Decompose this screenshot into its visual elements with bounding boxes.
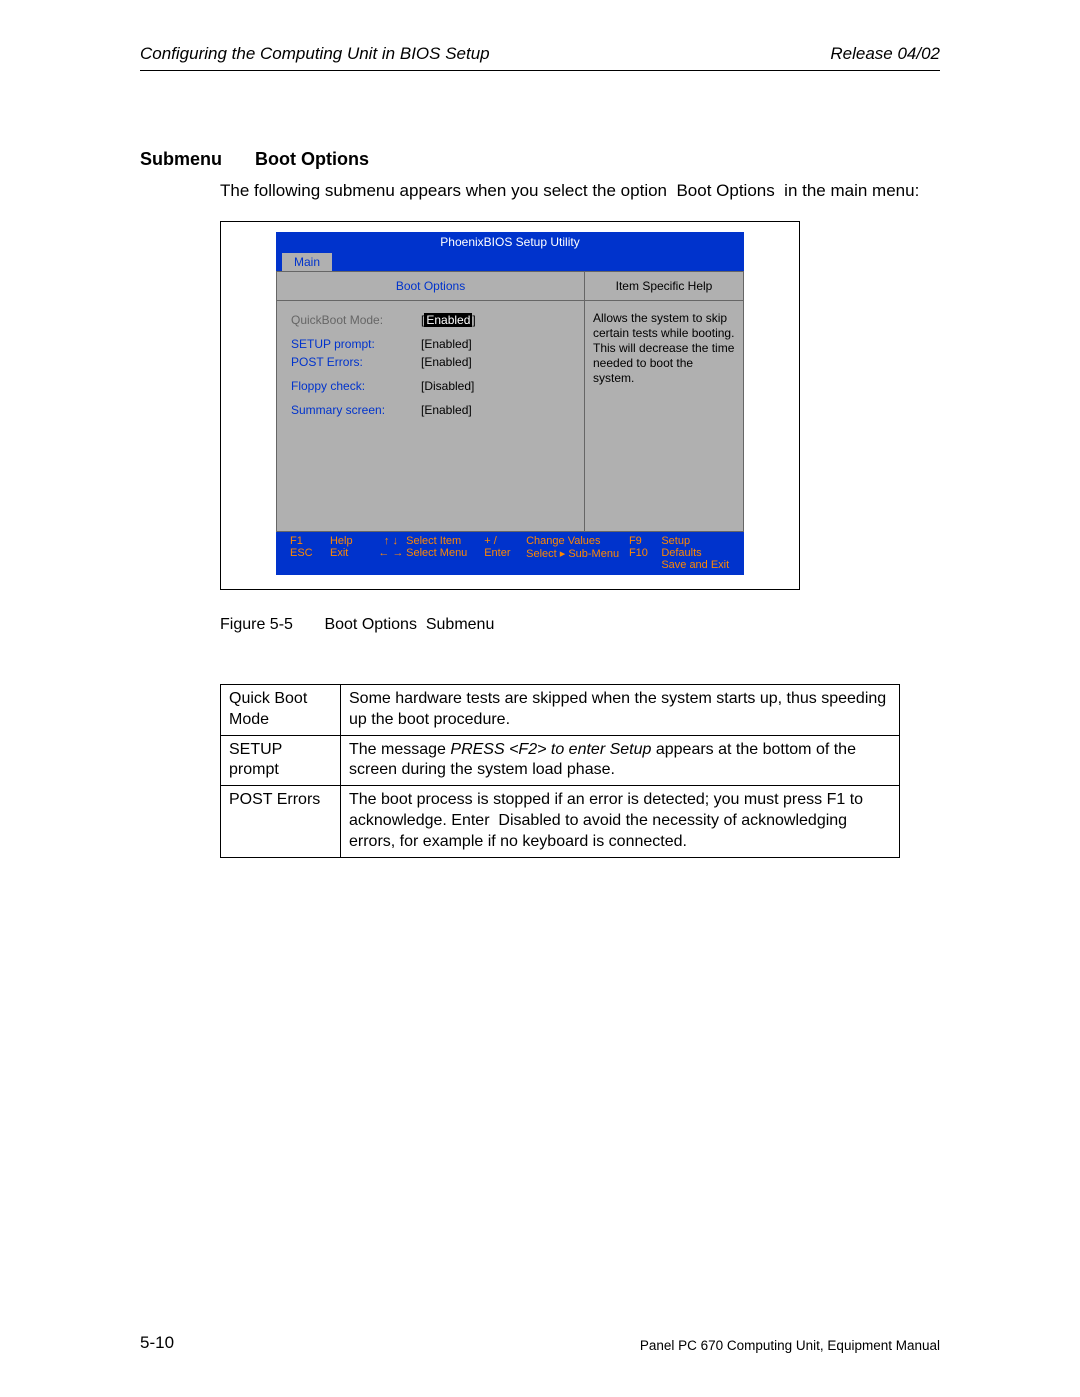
bios-option-value: [Enabled]: [421, 355, 472, 369]
figure-caption: Figure 5-5 Boot Options Submenu: [220, 616, 940, 634]
bios-left-header: Boot Options: [277, 272, 584, 301]
bios-options-list: QuickBoot Mode:[Enabled]SETUP prompt:[En…: [277, 301, 584, 531]
bios-option-row[interactable]: POST Errors:[Enabled]: [291, 355, 570, 369]
header-left: Configuring the Computing Unit in BIOS S…: [140, 44, 490, 64]
intro-text: The following submenu appears when you s…: [220, 180, 940, 203]
bios-option-row[interactable]: QuickBoot Mode:[Enabled]: [291, 313, 570, 327]
header-right: Release 04/02: [830, 44, 940, 64]
description-table: Quick Boot ModeSome hardware tests are s…: [220, 684, 900, 858]
bios-option-value: Enabled: [424, 313, 472, 327]
bios-option-row[interactable]: Summary screen:[Enabled]: [291, 403, 570, 417]
footer-label-setup-defaults: Setup Defaults: [661, 535, 730, 559]
bios-tabrow: Main: [276, 252, 744, 271]
footer-arrows-lr: ← →: [376, 547, 406, 559]
bios-option-label: POST Errors:: [291, 355, 421, 369]
footer-key-f1: F1: [290, 535, 330, 547]
bios-right-header: Item Specific Help: [585, 272, 743, 301]
page-footer: 5-10 Panel PC 670 Computing Unit, Equipm…: [140, 1333, 940, 1353]
bios-help-text: Allows the system to skip certain tests …: [585, 301, 743, 396]
bios-option-row[interactable]: Floppy check:[Disabled]: [291, 379, 570, 393]
bios-option-label: Floppy check:: [291, 379, 421, 393]
footer-label-save-exit: Save and Exit: [661, 559, 730, 571]
manual-title: Panel PC 670 Computing Unit, Equipment M…: [640, 1338, 940, 1353]
bios-footer: F1ESC HelpExit ↑ ↓← → Select ItemSelect …: [276, 532, 744, 575]
table-cell-desc: The message PRESS <F2> to enter Setup ap…: [341, 735, 900, 786]
table-cell-label: Quick Boot Mode: [221, 684, 341, 735]
bios-option-value: [Disabled]: [421, 379, 474, 393]
table-cell-desc: Some hardware tests are skipped when the…: [341, 684, 900, 735]
bios-titlebar: PhoenixBIOS Setup Utility: [276, 232, 744, 252]
footer-label-select-menu: Select Menu: [406, 547, 484, 559]
footer-key-plusminus: + /: [484, 535, 526, 547]
figure-number: Figure 5-5: [220, 616, 320, 634]
bios-left-panel: Boot Options QuickBoot Mode:[Enabled]SET…: [276, 271, 584, 532]
section-heading: Submenu Boot Options: [140, 149, 940, 170]
page-number: 5-10: [140, 1333, 174, 1353]
bios-option-label: QuickBoot Mode:: [291, 313, 421, 327]
bios-window: PhoenixBIOS Setup Utility Main Boot Opti…: [276, 232, 744, 575]
section-title: Boot Options: [255, 149, 369, 170]
bios-option-value: [Enabled]: [421, 403, 472, 417]
bios-option-row[interactable]: SETUP prompt:[Enabled]: [291, 337, 570, 351]
footer-key-enter: Enter: [484, 547, 526, 559]
footer-key-f9: F9: [629, 535, 661, 547]
footer-arrows-ud: ↑ ↓: [376, 535, 406, 547]
table-cell-desc: The boot process is stopped if an error …: [341, 786, 900, 857]
footer-label-select-submenu: Select ▸ Sub-Menu: [526, 547, 629, 560]
table-row: SETUP promptThe message PRESS <F2> to en…: [221, 735, 900, 786]
footer-label-exit: Exit: [330, 547, 376, 559]
bios-figure-frame: PhoenixBIOS Setup Utility Main Boot Opti…: [220, 221, 800, 590]
footer-key-f10: F10: [629, 547, 661, 559]
bios-tab-main[interactable]: Main: [282, 253, 332, 271]
bios-right-panel: Item Specific Help Allows the system to …: [584, 271, 744, 532]
footer-label-select-item: Select Item: [406, 535, 484, 547]
table-row: POST ErrorsThe boot process is stopped i…: [221, 786, 900, 857]
table-cell-label: SETUP prompt: [221, 735, 341, 786]
page-header: Configuring the Computing Unit in BIOS S…: [140, 44, 940, 71]
bios-option-value: [Enabled]: [421, 337, 472, 351]
bios-option-label: Summary screen:: [291, 403, 421, 417]
footer-label-change-values: Change Values: [526, 535, 629, 547]
footer-label-help: Help: [330, 535, 376, 547]
footer-key-esc: ESC: [290, 547, 330, 559]
bios-option-label: SETUP prompt:: [291, 337, 421, 351]
table-row: Quick Boot ModeSome hardware tests are s…: [221, 684, 900, 735]
section-label: Submenu: [140, 149, 235, 170]
table-cell-label: POST Errors: [221, 786, 341, 857]
figure-caption-text: Boot Options Submenu: [324, 616, 494, 633]
